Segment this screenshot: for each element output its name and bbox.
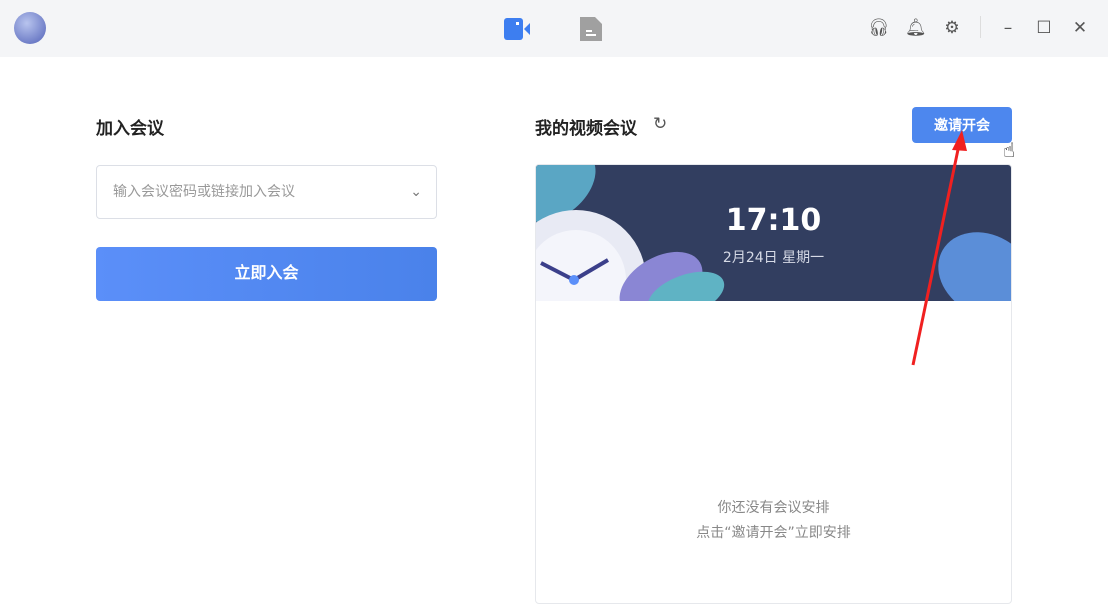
meeting-code-placeholder: 输入会议密码或链接加入会议 [113, 184, 295, 200]
minimize-icon[interactable]: – [998, 18, 1018, 38]
red-arrow-annotation [905, 125, 975, 370]
maximize-icon[interactable]: ☐ [1034, 18, 1054, 38]
meeting-code-input[interactable]: 输入会议密码或链接加入会议 ⌄ [96, 165, 437, 219]
chevron-down-icon[interactable]: ⌄ [410, 166, 422, 218]
gear-icon[interactable]: ⚙ [942, 18, 962, 38]
join-now-button[interactable]: 立即入会 [96, 247, 437, 301]
join-meeting-title: 加入会议 [96, 114, 164, 139]
hand-cursor-icon: ☝ [1003, 138, 1015, 162]
close-icon[interactable]: ✕ [1070, 18, 1090, 38]
app-logo [14, 12, 46, 44]
empty-message: 你还没有会议安排 [536, 497, 1011, 517]
video-tab-icon[interactable] [504, 16, 530, 42]
document-tab-icon[interactable] [578, 16, 604, 42]
refresh-icon[interactable]: ↻ [653, 114, 667, 134]
my-meetings-title: 我的视频会议 [535, 114, 637, 139]
bell-icon[interactable]: 🔔︎ [905, 18, 925, 38]
title-bar: 🎧︎ 🔔︎ ⚙ – ☐ ✕ [0, 0, 1108, 57]
headset-icon[interactable]: 🎧︎ [868, 18, 888, 38]
empty-hint: 点击“邀请开会”立即安排 [536, 522, 1011, 542]
divider [980, 16, 981, 38]
